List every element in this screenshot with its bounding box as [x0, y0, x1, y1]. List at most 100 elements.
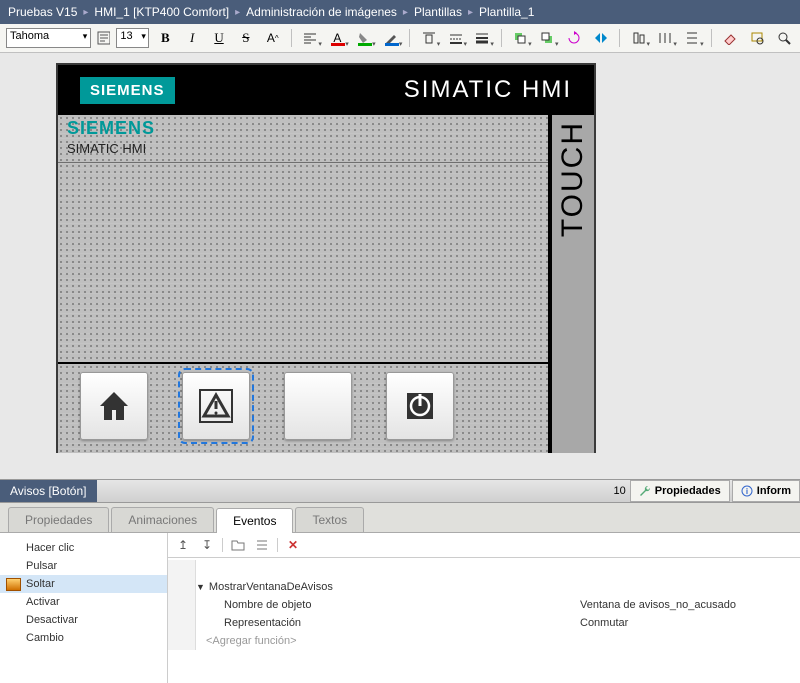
chevron-right-icon: ▸	[83, 7, 88, 18]
send-back-button[interactable]: ▾	[537, 28, 558, 48]
separator	[291, 29, 292, 47]
param-row[interactable]: Nombre de objeto Ventana de avisos_no_ac…	[168, 596, 800, 614]
properties-pane-tab[interactable]: Propiedades	[630, 480, 730, 502]
function-name: MostrarVentanaDeAvisos	[209, 581, 333, 593]
superscript-button[interactable]: A^	[262, 28, 283, 48]
bring-front-button[interactable]: ▾	[510, 28, 531, 48]
touch-strip: TOUCH	[550, 115, 594, 453]
screen-template[interactable]: SIEMENS SIMATIC HMI	[58, 115, 550, 453]
zoom-fit-button[interactable]	[746, 28, 767, 48]
list-button[interactable]	[253, 536, 271, 554]
collapse-icon[interactable]: ▼	[196, 582, 205, 592]
event-hacer-clic[interactable]: Hacer clic	[0, 539, 167, 557]
inspector-title: Avisos [Botón]	[0, 480, 97, 502]
touch-label: TOUCH	[556, 121, 590, 237]
move-up-button[interactable]: ↥	[174, 536, 192, 554]
function-toolbar: ↥ ↧ ✕	[168, 533, 800, 558]
editor-canvas[interactable]: SIEMENS SIMATIC HMI SIEMENS SIMATIC HMI	[0, 53, 800, 453]
device-brand-bar: SIEMENS SIMATIC HMI	[58, 65, 594, 115]
header-product: SIMATIC HMI	[67, 141, 539, 156]
line-width-button[interactable]: ▾	[472, 28, 493, 48]
siemens-logo: SIEMENS	[80, 77, 175, 104]
crumb-3[interactable]: Plantillas	[414, 5, 462, 19]
separator	[409, 29, 410, 47]
underline-button[interactable]: U	[209, 28, 230, 48]
tab-eventos[interactable]: Eventos	[216, 508, 293, 533]
align-left-button[interactable]: ▾	[300, 28, 321, 48]
event-soltar[interactable]: Soltar	[0, 575, 167, 593]
tab-animaciones[interactable]: Animaciones	[111, 507, 214, 532]
svg-text:i: i	[746, 487, 748, 496]
param-label: Representación	[196, 617, 576, 629]
crumb-4[interactable]: Plantilla_1	[479, 5, 534, 19]
param-row[interactable]: Representación Conmutar	[168, 614, 800, 632]
tab-textos[interactable]: Textos	[295, 507, 364, 532]
strikethrough-button[interactable]: S	[235, 28, 256, 48]
function-grid: ▼ MostrarVentanaDeAvisos Nombre de objeto…	[168, 558, 800, 650]
fill-color-button[interactable]: ▾	[354, 28, 375, 48]
info-pane-tab[interactable]: i Inform	[732, 480, 800, 502]
hmi-device-frame: SIEMENS SIMATIC HMI SIEMENS SIMATIC HMI	[56, 63, 596, 453]
italic-button[interactable]: I	[182, 28, 203, 48]
align-vtop-button[interactable]: ▾	[418, 28, 439, 48]
tab-propiedades[interactable]: Propiedades	[8, 507, 109, 532]
open-button[interactable]	[229, 536, 247, 554]
zoom-select-button[interactable]	[773, 28, 794, 48]
events-panel: Hacer clic Pulsar Soltar Activar Desacti…	[0, 533, 800, 683]
flip-h-button[interactable]	[590, 28, 611, 48]
device-workarea: SIEMENS SIMATIC HMI	[58, 115, 594, 453]
crumb-1[interactable]: HMI_1 [KTP400 Comfort]	[94, 5, 229, 19]
event-desactivar[interactable]: Desactivar	[0, 611, 167, 629]
info-pane-label: Inform	[757, 485, 791, 497]
event-list: Hacer clic Pulsar Soltar Activar Desacti…	[0, 533, 168, 683]
richtext-icon[interactable]	[97, 31, 110, 45]
line-style-button[interactable]: ▾	[445, 28, 466, 48]
zoom-percent: 10	[613, 485, 625, 497]
home-button[interactable]	[80, 372, 148, 440]
crumb-2[interactable]: Administración de imágenes	[246, 5, 397, 19]
alarm-button[interactable]	[182, 372, 250, 440]
separator	[501, 29, 502, 47]
template-header: SIEMENS SIMATIC HMI	[58, 115, 548, 163]
inspector-tabs: Propiedades Animaciones Eventos Textos	[0, 503, 800, 533]
chevron-right-icon: ▸	[468, 7, 473, 18]
param-value[interactable]: Conmutar	[576, 617, 800, 629]
button-bar	[58, 362, 548, 453]
add-function-row[interactable]: <Agregar función>	[168, 632, 800, 650]
event-pulsar[interactable]: Pulsar	[0, 557, 167, 575]
font-size-select[interactable]: 13	[116, 28, 148, 48]
distribute-v-button[interactable]: ▾	[682, 28, 703, 48]
simatic-product-text: SIMATIC HMI	[404, 76, 572, 104]
function-list-panel: ↥ ↧ ✕ ▼ MostrarVentanaDeAvisos Nombre de …	[168, 533, 800, 683]
font-family-select[interactable]: Tahoma	[6, 28, 91, 48]
event-cambio[interactable]: Cambio	[0, 629, 167, 647]
wrench-icon	[639, 485, 651, 497]
event-activar[interactable]: Activar	[0, 593, 167, 611]
eraser-button[interactable]	[720, 28, 741, 48]
line-color-button[interactable]: ▾	[381, 28, 402, 48]
align-objects-button[interactable]: ▾	[628, 28, 649, 48]
header-brand: SIEMENS	[67, 118, 539, 139]
bold-button[interactable]: B	[155, 28, 176, 48]
move-down-button[interactable]: ↧	[198, 536, 216, 554]
chevron-right-icon: ▸	[235, 7, 240, 18]
template-body[interactable]	[58, 163, 548, 362]
properties-pane-label: Propiedades	[655, 485, 721, 497]
info-icon: i	[741, 485, 753, 497]
distribute-button[interactable]: ▾	[655, 28, 676, 48]
crumb-0[interactable]: Pruebas V15	[8, 5, 77, 19]
font-color-button[interactable]: A▾	[327, 28, 348, 48]
power-button[interactable]	[386, 372, 454, 440]
param-label: Nombre de objeto	[196, 599, 576, 611]
blank-button[interactable]	[284, 372, 352, 440]
grid-header-row	[168, 560, 800, 578]
separator	[711, 29, 712, 47]
inspector-header: Avisos [Botón] 10 Propiedades i Inform	[0, 479, 800, 503]
breadcrumb: Pruebas V15 ▸ HMI_1 [KTP400 Comfort] ▸ A…	[0, 0, 800, 24]
rotate-button[interactable]	[564, 28, 585, 48]
format-toolbar: Tahoma 13 B I U S A^ ▾ A▾ ▾ ▾ ▾ ▾ ▾ ▾ ▾ …	[0, 24, 800, 53]
param-value[interactable]: Ventana de avisos_no_acusado	[576, 599, 800, 611]
chevron-right-icon: ▸	[403, 7, 408, 18]
delete-button[interactable]: ✕	[284, 536, 302, 554]
function-row[interactable]: ▼ MostrarVentanaDeAvisos	[168, 578, 800, 596]
